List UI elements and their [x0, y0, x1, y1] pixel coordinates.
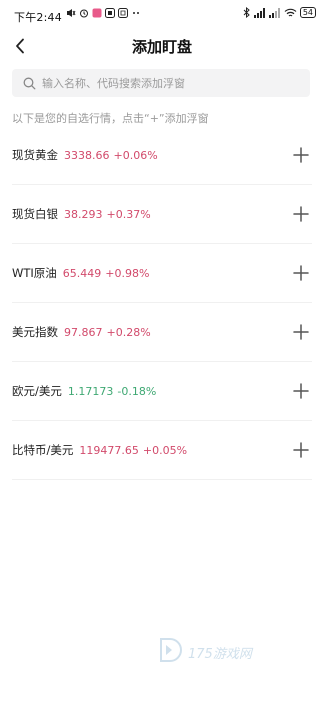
- item-change: +0.37%: [106, 207, 151, 221]
- plus-icon: [293, 206, 309, 222]
- hint-text: 以下是您的自选行情，点击“+”添加浮窗: [12, 112, 209, 125]
- status-time: 下午2:44: [14, 11, 62, 24]
- list-item: WTI原油 65.449 +0.98%: [12, 244, 312, 303]
- watermark-text: 175游戏网: [188, 646, 252, 662]
- item-price: 3338.66: [64, 148, 110, 162]
- page-title: 添加盯盘: [131, 38, 192, 56]
- item-change: -0.18%: [117, 384, 157, 398]
- status-bar: 下午2:44 54: [0, 0, 324, 30]
- status-notification-icons: [66, 8, 141, 18]
- header: 添加盯盘: [0, 30, 324, 62]
- item-change: +0.06%: [113, 148, 158, 162]
- battery-indicator: 54: [299, 7, 316, 18]
- mute-icon: [67, 9, 76, 17]
- app-notification-icon: [118, 8, 128, 18]
- item-change: +0.05%: [142, 443, 188, 457]
- bluetooth-icon: [243, 7, 250, 18]
- status-system-icons: 54: [243, 7, 316, 18]
- watermark-logo-icon: [160, 638, 182, 662]
- signal-icon: [268, 7, 280, 18]
- app-notification-icon: [92, 8, 102, 18]
- plus-icon: [293, 383, 309, 399]
- list-item: 欧元/美元 1.17173 -0.18%: [12, 362, 312, 421]
- search-box[interactable]: [12, 69, 310, 97]
- list-item: 比特币/美元 119477.65 +0.05%: [12, 421, 312, 480]
- add-button[interactable]: [292, 264, 310, 282]
- search-input[interactable]: [42, 76, 302, 90]
- app-notification-icon: [105, 8, 115, 18]
- plus-icon: [293, 265, 309, 281]
- item-name: WTI原油: [12, 266, 57, 280]
- item-name: 比特币/美元: [12, 443, 74, 457]
- add-button[interactable]: [292, 441, 310, 459]
- item-change: +0.28%: [106, 325, 151, 339]
- item-price: 1.17173: [67, 384, 114, 398]
- watchlist: 现货黄金 3338.66 +0.06% 现货白银 38.293 +0.37% W…: [12, 126, 312, 480]
- search-icon: [22, 76, 36, 90]
- item-name: 美元指数: [12, 325, 58, 339]
- item-price: 97.867: [64, 325, 103, 339]
- add-button[interactable]: [292, 146, 310, 164]
- add-button[interactable]: [292, 323, 310, 341]
- add-button[interactable]: [292, 205, 310, 223]
- add-button[interactable]: [292, 382, 310, 400]
- list-item: 现货白银 38.293 +0.37%: [12, 185, 312, 244]
- item-name: 现货白银: [12, 207, 58, 221]
- plus-icon: [293, 442, 309, 458]
- signal-icon: [253, 7, 265, 18]
- item-price: 119477.65: [79, 443, 139, 457]
- list-item: 现货黄金 3338.66 +0.06%: [12, 126, 312, 185]
- watermark: 175游戏网: [158, 632, 288, 672]
- plus-icon: [293, 324, 309, 340]
- wifi-icon: [284, 8, 297, 16]
- item-price: 38.293: [64, 207, 103, 221]
- alarm-icon: [80, 9, 88, 18]
- item-change: +0.98%: [105, 266, 150, 280]
- item-name: 欧元/美元: [12, 384, 62, 398]
- item-price: 65.449: [62, 266, 102, 280]
- list-item: 美元指数 97.867 +0.28%: [12, 303, 312, 362]
- plus-icon: [293, 147, 309, 163]
- item-name: 现货黄金: [12, 148, 58, 162]
- more-dots-icon: [133, 12, 139, 14]
